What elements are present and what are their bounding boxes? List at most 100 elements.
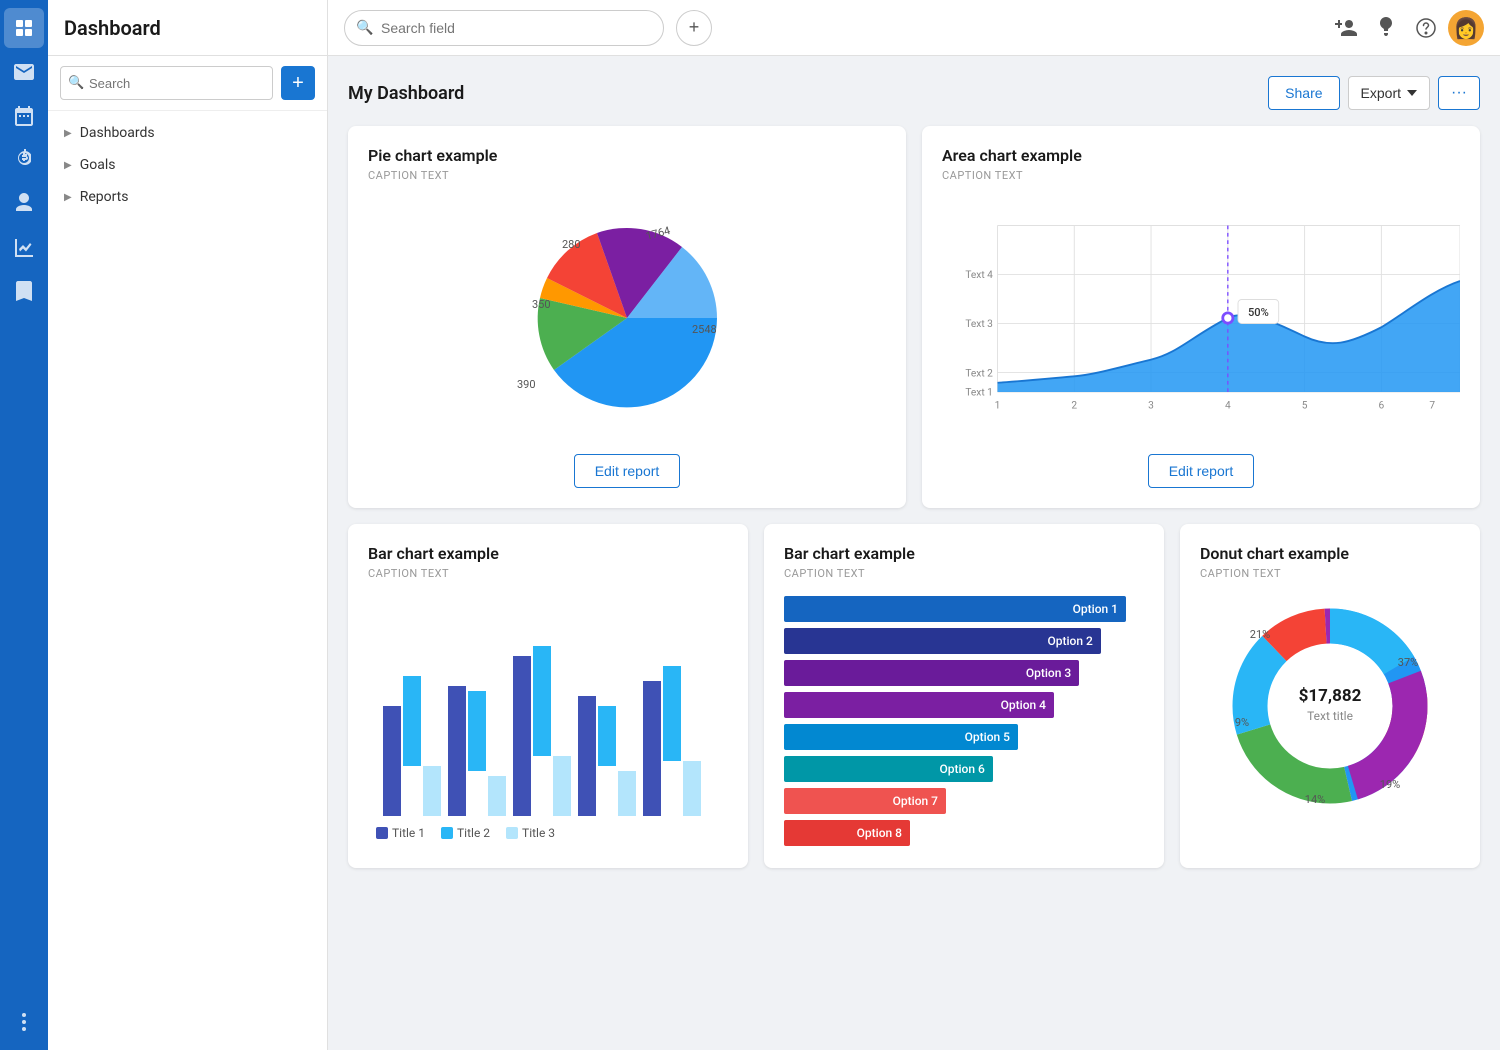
hbar-item-1: Option 1 bbox=[784, 596, 1144, 622]
pie-chart-caption: CAPTION TEXT bbox=[368, 169, 886, 182]
sidebar-icon-grid[interactable] bbox=[4, 8, 44, 48]
hbar-label-5: Option 5 bbox=[965, 730, 1010, 744]
header-add-button[interactable]: + bbox=[676, 10, 712, 46]
sidebar-icon-more[interactable] bbox=[4, 1002, 44, 1042]
hbar-item-8: Option 8 bbox=[784, 820, 1144, 846]
svg-text:2: 2 bbox=[1071, 401, 1077, 412]
bar-chart-caption: CAPTION TEXT bbox=[368, 567, 728, 580]
sidebar-icon-strip bbox=[0, 0, 48, 1050]
donut-chart-area: $17,882 Text title 37% 19% 14% 9% 21% bbox=[1200, 596, 1460, 816]
hbar-chart-area: Option 1 Option 2 Option 3 Option 4 Opti… bbox=[784, 596, 1144, 846]
hbar-label-6: Option 6 bbox=[939, 762, 984, 776]
help-button[interactable] bbox=[1408, 10, 1444, 46]
area-edit-report-button[interactable]: Edit report bbox=[1148, 454, 1255, 488]
legend-item-1: Title 1 bbox=[376, 826, 425, 840]
svg-text:2548: 2548 bbox=[692, 323, 717, 336]
donut-chart-svg: $17,882 Text title 37% 19% 14% 9% 21% bbox=[1220, 596, 1440, 816]
nav-search-wrap: 🔍 bbox=[60, 66, 273, 100]
bar-legend: Title 1 Title 2 Title 3 bbox=[368, 826, 728, 848]
header-search: 🔍 bbox=[344, 10, 664, 46]
hbar-item-6: Option 6 bbox=[784, 756, 1144, 782]
hbar-chart-caption: CAPTION TEXT bbox=[784, 567, 1144, 580]
lightbulb-button[interactable] bbox=[1368, 10, 1404, 46]
svg-text:Text 3: Text 3 bbox=[965, 319, 993, 330]
legend-label-1: Title 1 bbox=[392, 826, 425, 840]
export-button[interactable]: Export bbox=[1348, 76, 1430, 110]
hbar-label-4: Option 4 bbox=[1001, 698, 1046, 712]
legend-item-3: Title 3 bbox=[506, 826, 555, 840]
share-button[interactable]: Share bbox=[1268, 76, 1339, 110]
svg-text:4: 4 bbox=[1225, 401, 1231, 412]
nav-search-area: 🔍 + bbox=[48, 56, 327, 111]
hbar-item-7: Option 7 bbox=[784, 788, 1144, 814]
nav-item-goals-label: Goals bbox=[80, 157, 116, 173]
header-search-input[interactable] bbox=[344, 10, 664, 46]
sidebar-icon-dollar[interactable] bbox=[4, 140, 44, 180]
hbar-chart-title: Bar chart example bbox=[784, 544, 1144, 563]
svg-text:Text 1: Text 1 bbox=[965, 388, 993, 399]
svg-text:14%: 14% bbox=[1305, 793, 1325, 806]
chevron-right-icon: ▶ bbox=[64, 192, 72, 203]
sidebar-icon-mail[interactable] bbox=[4, 52, 44, 92]
svg-text:37%: 37% bbox=[1398, 656, 1418, 669]
svg-text:Text 4: Text 4 bbox=[965, 270, 993, 281]
nav-search-input[interactable] bbox=[60, 66, 273, 100]
chevron-right-icon: ▶ bbox=[64, 128, 72, 139]
hbar-item-3: Option 3 bbox=[784, 660, 1144, 686]
nav-section: ▶ Dashboards ▶ Goals ▶ Reports bbox=[48, 111, 327, 219]
pie-chart-card: Pie chart example CAPTION TEXT bbox=[348, 126, 906, 508]
svg-text:50%: 50% bbox=[1248, 306, 1269, 319]
nav-item-goals[interactable]: ▶ Goals bbox=[48, 149, 327, 181]
sidebar-icon-chart[interactable] bbox=[4, 228, 44, 268]
hbar-label-2: Option 2 bbox=[1047, 634, 1092, 648]
hbar-label-3: Option 3 bbox=[1026, 666, 1071, 680]
bar-chart-svg bbox=[376, 616, 720, 816]
sidebar-icon-calendar[interactable] bbox=[4, 96, 44, 136]
legend-label-2: Title 2 bbox=[457, 826, 490, 840]
app-title: Dashboard bbox=[64, 16, 311, 40]
svg-text:Text 2: Text 2 bbox=[965, 368, 993, 379]
chevron-right-icon: ▶ bbox=[64, 160, 72, 171]
area-chart-caption: CAPTION TEXT bbox=[942, 169, 1460, 182]
nav-add-button[interactable]: + bbox=[281, 66, 315, 100]
svg-text:280: 280 bbox=[562, 238, 581, 251]
pie-chart-svg: 2548 390 350 280 1764 bbox=[507, 198, 747, 438]
svg-text:3: 3 bbox=[1148, 401, 1154, 412]
donut-chart-card: Donut chart example CAPTION TEXT bbox=[1180, 524, 1480, 868]
svg-text:Text title: Text title bbox=[1307, 709, 1353, 723]
hbar-bar-4: Option 4 bbox=[784, 692, 1054, 718]
legend-item-2: Title 2 bbox=[441, 826, 490, 840]
dashboard-content: My Dashboard Share Export ··· Pie chart … bbox=[328, 56, 1500, 1050]
sidebar-icon-person[interactable] bbox=[4, 184, 44, 224]
invite-users-button[interactable] bbox=[1328, 10, 1364, 46]
dashboard-title: My Dashboard bbox=[348, 83, 1268, 104]
hbar-bar-3: Option 3 bbox=[784, 660, 1079, 686]
area-chart-title: Area chart example bbox=[942, 146, 1460, 165]
hbar-bar-5: Option 5 bbox=[784, 724, 1018, 750]
bar-chart-area bbox=[368, 596, 728, 816]
nav-item-reports-label: Reports bbox=[80, 189, 129, 205]
donut-chart-caption: CAPTION TEXT bbox=[1200, 567, 1460, 580]
sidebar-icon-bookmark[interactable] bbox=[4, 272, 44, 312]
svg-text:9%: 9% bbox=[1235, 716, 1249, 729]
pie-edit-report-button[interactable]: Edit report bbox=[574, 454, 681, 488]
more-options-button[interactable]: ··· bbox=[1438, 76, 1480, 110]
legend-label-3: Title 3 bbox=[522, 826, 555, 840]
nav-search-icon: 🔍 bbox=[68, 76, 84, 91]
svg-text:$17,882: $17,882 bbox=[1299, 686, 1362, 706]
area-chart-svg: Text 1 Text 2 Text 3 Text 4 1 2 3 4 5 6 … bbox=[942, 198, 1460, 438]
left-nav-header: Dashboard bbox=[48, 0, 327, 56]
charts-row-1: Pie chart example CAPTION TEXT bbox=[348, 126, 1480, 508]
export-label: Export bbox=[1361, 85, 1401, 101]
left-nav-panel: Dashboard 🔍 + ▶ Dashboards ▶ Goals ▶ Rep… bbox=[48, 0, 328, 1050]
dashboard-actions: Share Export ··· bbox=[1268, 76, 1480, 110]
avatar[interactable]: 👩 bbox=[1448, 10, 1484, 46]
legend-color-1 bbox=[376, 827, 388, 839]
hbar-label-1: Option 1 bbox=[1073, 602, 1118, 616]
nav-item-dashboards[interactable]: ▶ Dashboards bbox=[48, 117, 327, 149]
nav-item-reports[interactable]: ▶ Reports bbox=[48, 181, 327, 213]
hbar-label-7: Option 7 bbox=[893, 794, 938, 808]
pie-chart-area: 2548 390 350 280 1764 bbox=[368, 198, 886, 438]
svg-text:19%: 19% bbox=[1380, 778, 1400, 791]
pie-chart-title: Pie chart example bbox=[368, 146, 886, 165]
